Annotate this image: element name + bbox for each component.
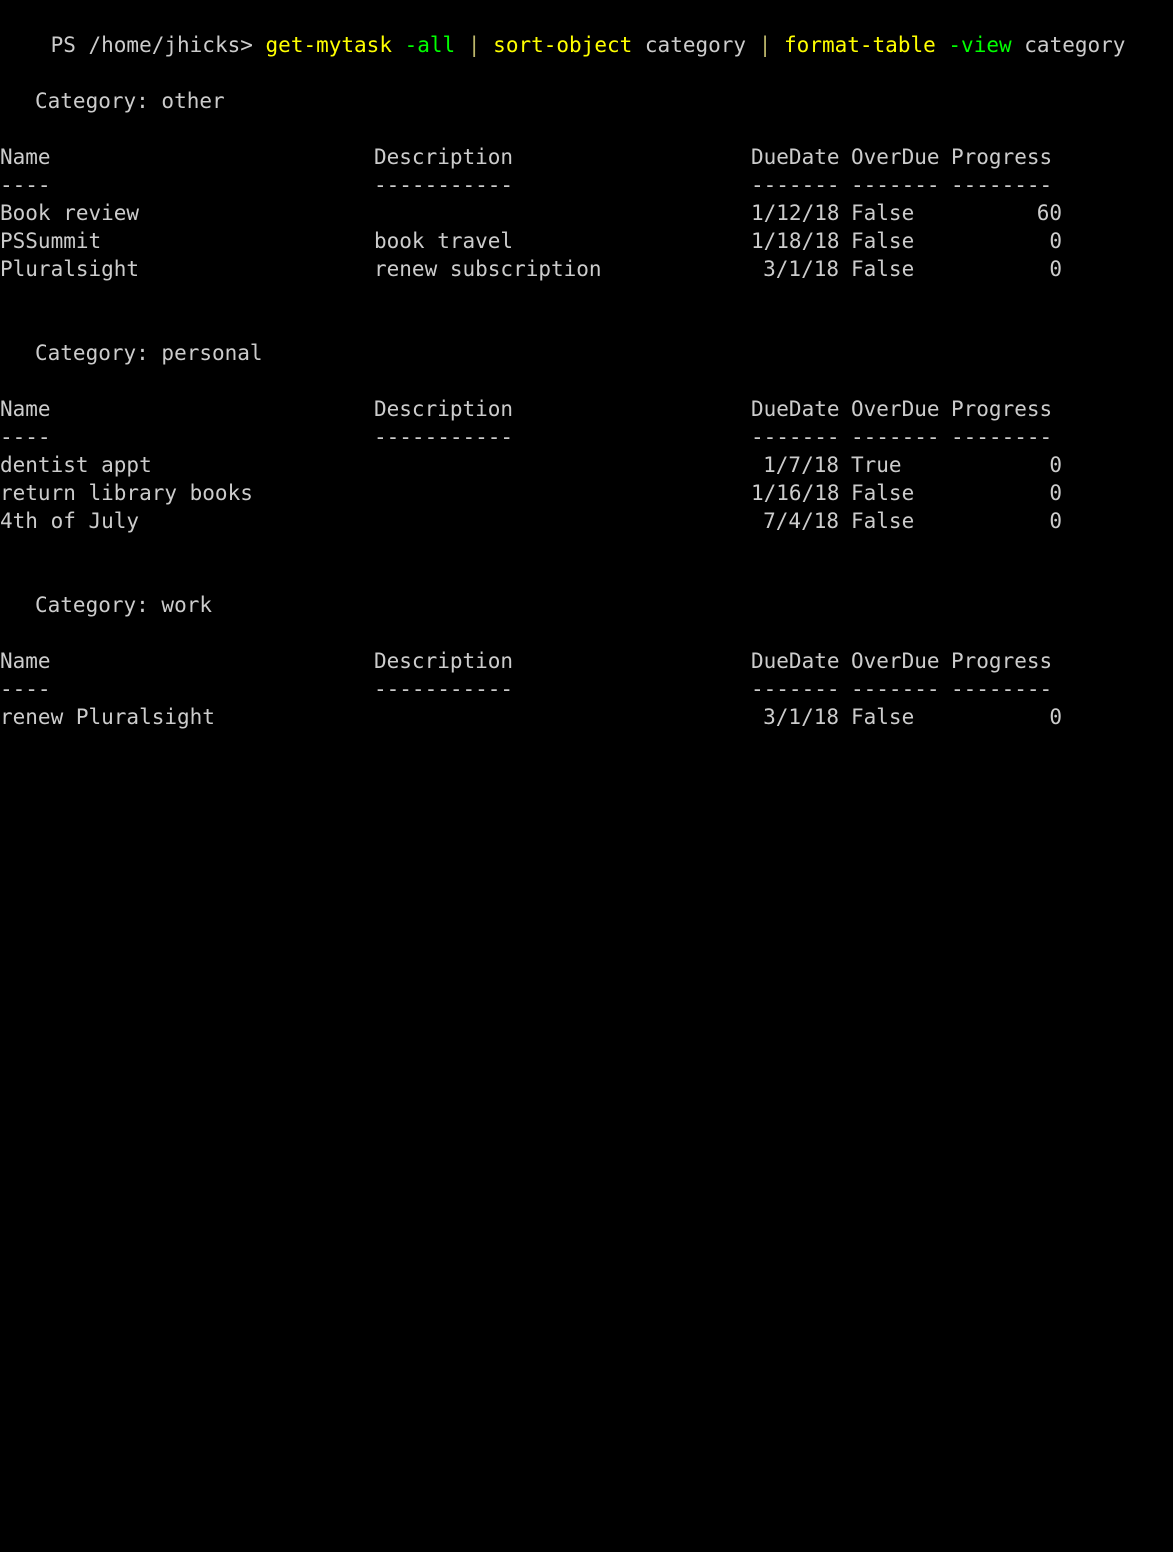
column-rule-name-1: ---- — [0, 425, 51, 449]
column-header-name-2: Name — [0, 649, 51, 673]
space-9 — [1012, 33, 1025, 57]
column-rule-name-2: ---- — [0, 677, 51, 701]
column-rule-description-0: ----------- — [374, 173, 514, 197]
column-rule-overdue-0: ------- — [851, 173, 940, 197]
column-header-duedate-1: DueDate — [751, 397, 840, 421]
column-rule-duedate-2: ------- — [751, 677, 840, 701]
space-6 — [746, 33, 759, 57]
argument-category-1[interactable]: category — [645, 33, 746, 57]
column-rule-progress-1: -------- — [951, 425, 1053, 449]
cell-overdue: False — [851, 509, 915, 533]
cell-progress: 0 — [1049, 229, 1062, 253]
table-row[interactable]: dentist appt — [0, 451, 152, 479]
column-header-progress-2: Progress — [951, 649, 1053, 673]
space-4 — [481, 33, 494, 57]
cell-overdue: False — [851, 705, 915, 729]
cell-progress: 0 — [1049, 509, 1062, 533]
cell-duedate: 3/1/18 — [763, 257, 839, 281]
cell-duedate: 3/1/18 — [763, 705, 839, 729]
table-row[interactable]: Book review — [0, 199, 139, 227]
cell-progress: 60 — [1036, 201, 1062, 225]
powershell-terminal[interactable]: PS /home/jhicks> get-mytask -all | sort-… — [0, 0, 1173, 776]
column-rule-progress-2: -------- — [951, 677, 1053, 701]
space-1 — [253, 33, 266, 57]
column-rule-name-0: ---- — [0, 173, 51, 197]
group-header-other: Category: other — [35, 89, 225, 113]
table-row[interactable]: PSSummit — [0, 227, 101, 255]
column-header-overdue-1: OverDue — [851, 397, 940, 421]
cell-progress: 0 — [1049, 705, 1062, 729]
space-5 — [632, 33, 645, 57]
column-rule-overdue-2: ------- — [851, 677, 940, 701]
table-row[interactable]: 4th of July — [0, 507, 139, 535]
space-3 — [455, 33, 468, 57]
space-7 — [771, 33, 784, 57]
cell-overdue: False — [851, 257, 915, 281]
column-header-overdue-0: OverDue — [851, 145, 940, 169]
pipe-operator-2: | — [758, 33, 772, 57]
column-rule-duedate-0: ------- — [751, 173, 840, 197]
column-header-duedate-0: DueDate — [751, 145, 840, 169]
cell-duedate: 7/4/18 — [763, 509, 839, 533]
prompt-line[interactable]: PS /home/jhicks> get-mytask -all | sort-… — [0, 3, 1126, 57]
cell-progress: 0 — [1049, 481, 1062, 505]
column-header-name-1: Name — [0, 397, 51, 421]
cell-duedate: 1/16/18 — [751, 481, 840, 505]
cell-overdue: False — [851, 229, 915, 253]
parameter-all[interactable]: -all — [405, 33, 456, 57]
parameter-view[interactable]: -view — [948, 33, 1011, 57]
table-row[interactable]: renew Pluralsight — [0, 703, 215, 731]
table-row[interactable]: return library books — [0, 479, 253, 507]
group-header-personal: Category: personal — [35, 341, 263, 365]
command-sort-object[interactable]: sort-object — [493, 33, 632, 57]
column-header-description-0: Description — [374, 145, 514, 169]
space-8 — [936, 33, 949, 57]
column-rule-duedate-1: ------- — [751, 425, 840, 449]
column-header-description-1: Description — [374, 397, 514, 421]
argument-category-2[interactable]: category — [1024, 33, 1125, 57]
cell-duedate: 1/12/18 — [751, 201, 840, 225]
column-rule-description-2: ----------- — [374, 677, 514, 701]
cell-progress: 0 — [1049, 453, 1062, 477]
column-header-progress-0: Progress — [951, 145, 1053, 169]
cell-duedate: 1/7/18 — [763, 453, 839, 477]
cell-overdue: False — [851, 201, 915, 225]
shell-prompt: PS /home/jhicks> — [50, 33, 253, 57]
cell-duedate: 1/18/18 — [751, 229, 840, 253]
pipe-operator-1: | — [467, 33, 481, 57]
command-get-mytask[interactable]: get-mytask — [266, 33, 392, 57]
column-header-duedate-2: DueDate — [751, 649, 840, 673]
column-header-description-2: Description — [374, 649, 514, 673]
column-rule-progress-0: -------- — [951, 173, 1053, 197]
column-header-overdue-2: OverDue — [851, 649, 940, 673]
cell-overdue: True — [851, 453, 902, 477]
group-header-work: Category: work — [35, 593, 213, 617]
column-header-name-0: Name — [0, 145, 51, 169]
cell-description: renew subscription — [374, 257, 602, 281]
column-rule-overdue-1: ------- — [851, 425, 940, 449]
column-rule-description-1: ----------- — [374, 425, 514, 449]
command-format-table[interactable]: format-table — [784, 33, 936, 57]
space-2 — [392, 33, 405, 57]
cell-progress: 0 — [1049, 257, 1062, 281]
cell-overdue: False — [851, 481, 915, 505]
cell-description: book travel — [374, 229, 514, 253]
column-header-progress-1: Progress — [951, 397, 1053, 421]
table-row[interactable]: Pluralsight — [0, 255, 139, 283]
